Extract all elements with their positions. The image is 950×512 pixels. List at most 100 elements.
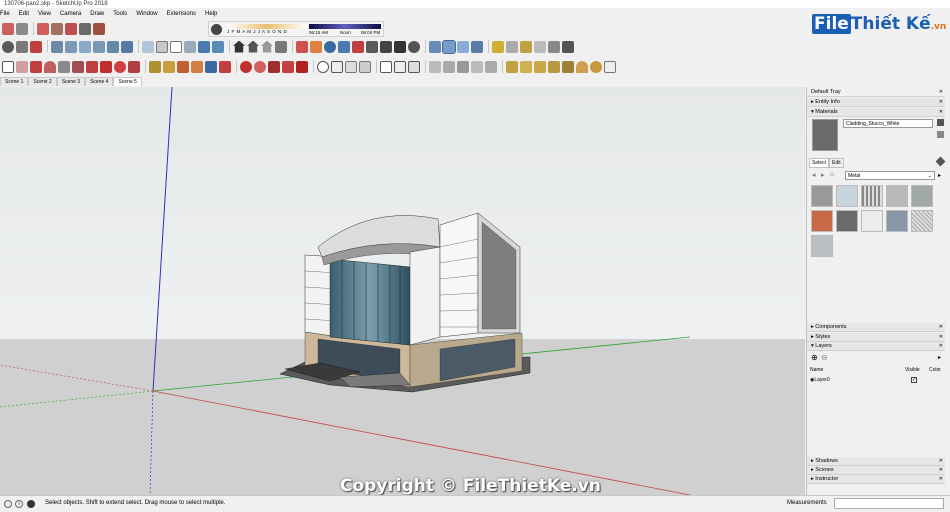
forward-arrow-icon[interactable]: ▸ — [821, 171, 825, 179]
follow-me-icon[interactable] — [86, 60, 98, 73]
rectangle-icon[interactable] — [58, 60, 70, 73]
panel-layers[interactable]: ▾ Layers ✕ — [807, 342, 945, 351]
model-viewport[interactable] — [0, 87, 805, 495]
house-icon[interactable] — [233, 40, 245, 53]
tray-close-icon[interactable]: ✕ — [939, 88, 943, 97]
panel-close-icon[interactable]: ✕ — [939, 466, 943, 475]
display-secondary-icon[interactable] — [937, 119, 944, 126]
back-view-icon[interactable] — [107, 40, 119, 53]
front-view-icon[interactable] — [79, 40, 91, 53]
face-style-icon[interactable] — [275, 40, 287, 53]
scene-tab[interactable]: Scene 3 — [56, 77, 86, 86]
menu-draw[interactable]: Draw — [90, 11, 104, 17]
orbit-icon[interactable] — [429, 40, 441, 53]
material-swatch[interactable] — [911, 185, 933, 207]
credits-icon[interactable]: i — [15, 500, 23, 508]
tape-measure-icon[interactable] — [492, 40, 504, 53]
solid-subtract-icon[interactable] — [254, 60, 266, 73]
sandbox-stamp-icon[interactable] — [443, 60, 455, 73]
zoom-window-icon[interactable] — [338, 40, 350, 53]
sandbox-contours-icon[interactable] — [520, 60, 532, 73]
explode-icon[interactable] — [562, 60, 574, 73]
perspective-icon[interactable] — [471, 40, 483, 53]
tab-edit[interactable]: Edit — [829, 158, 844, 168]
move-icon[interactable] — [100, 60, 112, 73]
material-swatch[interactable] — [811, 210, 833, 232]
classifier-icon[interactable] — [359, 60, 371, 73]
material-swatch[interactable] — [911, 210, 933, 232]
menu-window[interactable]: Window — [136, 11, 157, 17]
scale-icon[interactable] — [16, 40, 28, 53]
layer-row[interactable]: ◉Layer0 ✓ — [810, 377, 942, 385]
right-view-icon[interactable] — [93, 40, 105, 53]
menu-edit[interactable]: Edit — [19, 11, 29, 17]
scene-tab[interactable]: Scene 4 — [85, 77, 114, 86]
panel-close-icon[interactable]: ✕ — [939, 323, 943, 332]
panel-scenes[interactable]: ▸ Scenes ✕ — [807, 466, 945, 475]
xray-icon[interactable] — [142, 40, 154, 53]
offset-icon[interactable] — [149, 60, 161, 73]
monochrome-icon[interactable] — [212, 40, 224, 53]
material-swatch[interactable] — [811, 235, 833, 257]
section-cut-icon[interactable] — [310, 40, 322, 53]
protractor-icon[interactable] — [520, 40, 532, 53]
shaded-icon[interactable] — [184, 40, 196, 53]
position-camera-icon[interactable] — [380, 40, 392, 53]
wireframe-icon[interactable] — [156, 40, 168, 53]
panel-entity-info[interactable]: ▸ Entity Info ✕ — [807, 98, 945, 107]
geo-location-icon[interactable] — [4, 500, 12, 508]
scene-tab[interactable]: Scene 2 — [28, 77, 57, 86]
solid-split-icon[interactable] — [282, 60, 294, 73]
scene-tab[interactable]: Scene 1 — [0, 77, 29, 86]
top-view-icon[interactable] — [65, 40, 77, 53]
walk-icon[interactable] — [394, 40, 406, 53]
zoom-extents3-icon[interactable] — [219, 60, 231, 73]
sandbox-grid-icon[interactable] — [534, 60, 546, 73]
look-around-icon[interactable] — [408, 40, 420, 53]
panel-components[interactable]: ▸ Components ✕ — [807, 323, 945, 332]
library-select[interactable]: Metal ⌄ — [845, 171, 935, 180]
frame-icon[interactable] — [380, 60, 392, 73]
section-plane-icon[interactable] — [296, 40, 308, 53]
iso-view-icon[interactable] — [51, 40, 63, 53]
sample-paint-icon[interactable] — [935, 156, 946, 167]
sandbox-flip-icon[interactable] — [485, 60, 497, 73]
zoom-extents-icon[interactable] — [30, 40, 42, 53]
add-layer-icon[interactable]: ⊕ — [811, 353, 818, 362]
screen-icon[interactable] — [408, 60, 420, 73]
material-name-field[interactable]: Cladding_Stucco_White — [843, 119, 933, 128]
sandbox-detail-icon[interactable] — [471, 60, 483, 73]
house-ghost-icon[interactable] — [261, 40, 273, 53]
material-swatch[interactable] — [861, 185, 883, 207]
text-icon[interactable] — [534, 40, 546, 53]
panel-close-icon[interactable]: ✕ — [939, 342, 943, 351]
home-icon[interactable]: ⌂ — [830, 171, 834, 178]
orbit2-icon[interactable] — [177, 60, 189, 73]
grid-icon[interactable] — [604, 60, 616, 73]
house-outline-icon[interactable] — [247, 40, 259, 53]
protractor2-icon[interactable] — [548, 60, 560, 73]
visible-checkbox[interactable]: ✓ — [911, 377, 917, 383]
push-pull-icon[interactable] — [72, 60, 84, 73]
menu-tools[interactable]: Tools — [113, 11, 127, 17]
user-icon[interactable] — [27, 500, 35, 508]
scale2-icon[interactable] — [128, 60, 140, 73]
share-model-icon[interactable] — [37, 22, 49, 35]
component-icon[interactable] — [2, 40, 14, 53]
material-swatch[interactable] — [886, 185, 908, 207]
style-builder-icon[interactable] — [79, 22, 91, 35]
sandbox-scratch-icon[interactable] — [506, 60, 518, 73]
zoom-extents2-icon[interactable] — [352, 40, 364, 53]
warehouse2-icon[interactable] — [317, 60, 329, 73]
shaded-texture-icon[interactable] — [198, 40, 210, 53]
details-arrow-icon[interactable]: ▸ — [938, 354, 941, 361]
shadow-toggle-icon[interactable] — [211, 24, 222, 35]
menu-camera[interactable]: Camera — [60, 11, 81, 17]
getting-started-icon[interactable] — [2, 22, 14, 35]
camera-frame-icon[interactable] — [394, 60, 406, 73]
panel-close-icon[interactable]: ✕ — [939, 108, 943, 117]
arc-icon[interactable] — [44, 60, 56, 73]
menu-file[interactable]: File — [0, 11, 10, 17]
menu-view[interactable]: View — [38, 11, 51, 17]
left-view-icon[interactable] — [121, 40, 133, 53]
